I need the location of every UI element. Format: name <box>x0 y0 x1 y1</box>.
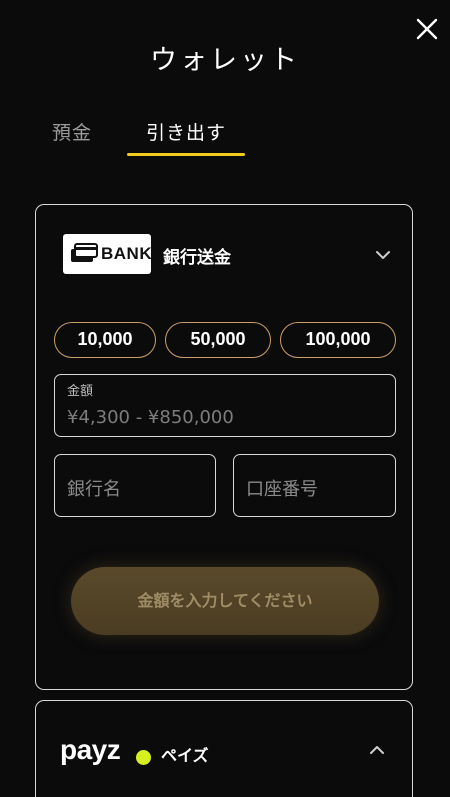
chevron-down-icon <box>376 251 390 259</box>
amount-chips: 10,000 50,000 100,000 <box>54 322 396 358</box>
amount-chip-100000[interactable]: 100,000 <box>280 322 396 358</box>
amount-chip-50000[interactable]: 50,000 <box>165 322 271 358</box>
payz-logo-text: payz <box>60 734 121 765</box>
payz-label: ペイズ <box>161 746 209 765</box>
active-tab-indicator <box>127 153 245 156</box>
tab-bar: 預金 引き出す <box>0 118 450 158</box>
bank-name-placeholder: 銀行名 <box>67 479 121 500</box>
wallet-screen: ウォレット 預金 引き出す BANK 銀行送金 10,000 50,000 10 <box>0 0 450 797</box>
bank-logo: BANK <box>63 234 153 274</box>
amount-field-placeholder: ¥4,300 - ¥850,000 <box>67 407 234 428</box>
account-number-placeholder: 口座番号 <box>246 479 318 500</box>
tab-withdraw[interactable]: 引き出す <box>127 118 245 156</box>
amount-field[interactable]: 金額 ¥4,300 - ¥850,000 <box>54 374 396 437</box>
bank-transfer-card: BANK 銀行送金 10,000 50,000 100,000 金額 ¥4,30… <box>35 204 413 690</box>
bank-name-field[interactable]: 銀行名 <box>54 454 216 517</box>
page-title: ウォレット <box>150 45 300 76</box>
payz-logo: payz <box>60 734 160 774</box>
account-number-field[interactable]: 口座番号 <box>233 454 396 517</box>
payz-card: payz ペイズ <box>35 700 413 797</box>
bank-logo-text: BANK <box>101 244 153 263</box>
payz-header[interactable]: payz ペイズ <box>60 734 390 774</box>
bank-transfer-header[interactable]: BANK 銀行送金 <box>63 234 393 274</box>
submit-button[interactable]: 金額を入力してください <box>71 567 379 635</box>
bank-transfer-label: 銀行送金 <box>163 248 231 268</box>
payz-logo-dot <box>136 750 151 765</box>
amount-field-label: 金額 <box>67 384 94 399</box>
chevron-up-icon <box>370 746 384 754</box>
tab-deposit[interactable]: 預金 <box>52 118 92 156</box>
bank-card-icon <box>71 243 98 262</box>
amount-chip-10000[interactable]: 10,000 <box>54 322 156 358</box>
